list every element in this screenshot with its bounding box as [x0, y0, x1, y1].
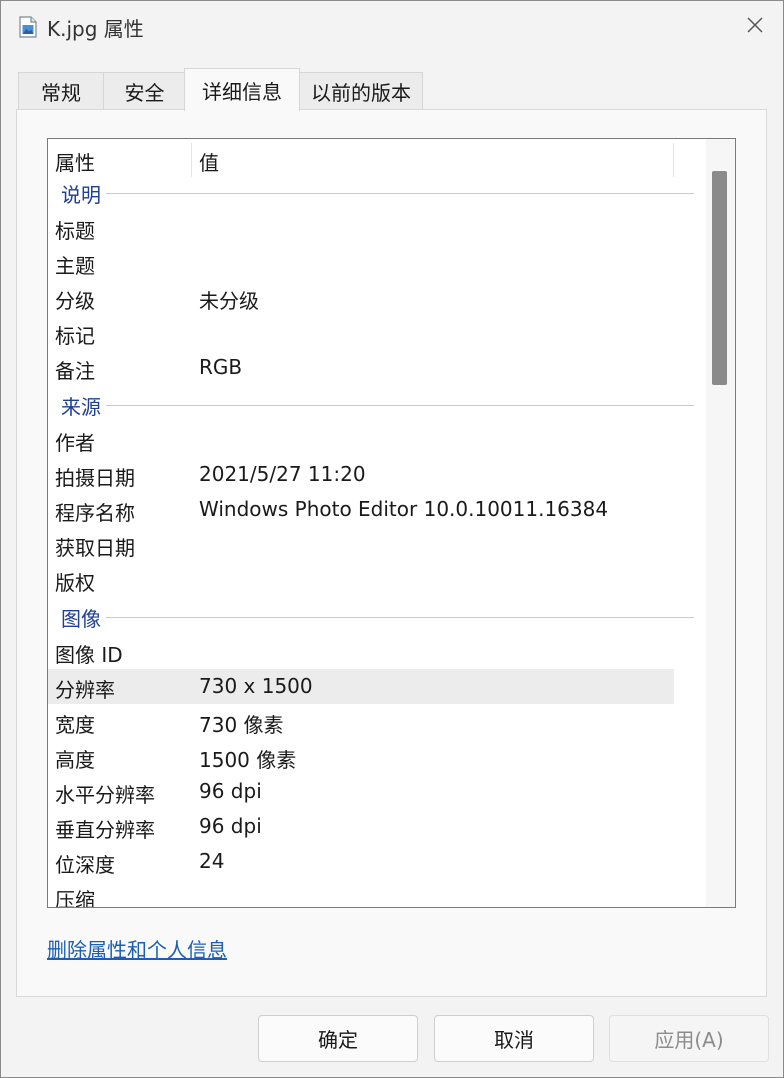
- column-header-value[interactable]: 值: [199, 147, 219, 176]
- properties-window: K.jpg 属性 常规 安全 详细信息 以前的版本 属性 值 说明 标题 主题 …: [0, 0, 784, 1078]
- tab-general[interactable]: 常规: [18, 72, 104, 109]
- property-value: 96 dpi: [199, 814, 262, 838]
- image-file-icon: [19, 16, 37, 38]
- property-name: 分辨率: [55, 678, 115, 702]
- property-value: Windows Photo Editor 10.0.10011.16384: [199, 497, 609, 521]
- group-label: 图像: [61, 603, 105, 632]
- list-item[interactable]: 压缩: [48, 879, 674, 908]
- list-item[interactable]: 标题: [48, 210, 674, 245]
- property-name: 分级: [55, 289, 95, 313]
- vertical-scrollbar[interactable]: [706, 139, 735, 907]
- list-item[interactable]: 获取日期: [48, 527, 674, 562]
- list-item[interactable]: 标记: [48, 315, 674, 350]
- group-header-origin[interactable]: 来源: [48, 391, 698, 421]
- cancel-button[interactable]: 取消: [434, 1015, 594, 1062]
- list-item[interactable]: 作者: [48, 422, 674, 457]
- group-divider: [106, 405, 694, 406]
- title-bar[interactable]: K.jpg 属性: [1, 1, 783, 53]
- close-button[interactable]: [737, 9, 773, 45]
- ok-button[interactable]: 确定: [258, 1015, 418, 1062]
- list-item[interactable]: 图像 ID: [48, 634, 674, 669]
- group-label: 来源: [61, 391, 105, 420]
- property-name: 图像 ID: [55, 643, 123, 667]
- tab-details[interactable]: 详细信息: [184, 68, 300, 111]
- apply-button[interactable]: 应用(A): [609, 1015, 769, 1062]
- column-header-property[interactable]: 属性: [55, 147, 95, 176]
- property-name: 作者: [55, 431, 95, 455]
- scrollbar-thumb[interactable]: [712, 171, 727, 385]
- close-icon: [746, 16, 764, 38]
- property-value: 未分级: [199, 289, 259, 313]
- property-name: 标题: [55, 219, 95, 243]
- property-name: 压缩: [55, 888, 95, 908]
- column-divider[interactable]: [191, 143, 192, 177]
- property-name: 程序名称: [55, 501, 135, 525]
- list-item-selected[interactable]: 分辨率 730 x 1500: [48, 669, 674, 704]
- property-name: 宽度: [55, 713, 95, 737]
- list-item[interactable]: 高度 1500 像素: [48, 739, 674, 774]
- group-divider: [106, 617, 694, 618]
- group-header-image[interactable]: 图像: [48, 603, 698, 633]
- list-item[interactable]: 备注 RGB: [48, 350, 674, 385]
- properties-list[interactable]: 属性 值 说明 标题 主题 分级 未分级 标记 备注 RGB 来源 作者 拍摄日…: [47, 138, 736, 908]
- property-value: 730 x 1500: [199, 674, 313, 698]
- property-name: 拍摄日期: [55, 466, 135, 490]
- tab-security[interactable]: 安全: [103, 72, 186, 109]
- property-name: 标记: [55, 324, 95, 348]
- list-header: 属性 值: [48, 139, 674, 177]
- property-name: 垂直分辨率: [55, 818, 155, 842]
- list-item[interactable]: 垂直分辨率 96 dpi: [48, 809, 674, 844]
- list-item[interactable]: 拍摄日期 2021/5/27 11:20: [48, 457, 674, 492]
- tab-previous-versions[interactable]: 以前的版本: [299, 72, 423, 109]
- property-name: 高度: [55, 748, 95, 772]
- list-item[interactable]: 宽度 730 像素: [48, 704, 674, 739]
- list-item[interactable]: 版权: [48, 562, 674, 597]
- property-value: 24: [199, 849, 225, 873]
- property-name: 备注: [55, 359, 95, 383]
- property-value: 730 像素: [199, 713, 284, 737]
- list-item[interactable]: 分级 未分级: [48, 280, 674, 315]
- property-value: 2021/5/27 11:20: [199, 462, 366, 486]
- list-item[interactable]: 位深度 24: [48, 844, 674, 879]
- group-divider: [106, 193, 694, 194]
- property-name: 主题: [55, 254, 95, 278]
- property-value: 96 dpi: [199, 779, 262, 803]
- window-title: K.jpg 属性: [47, 17, 144, 41]
- property-name: 获取日期: [55, 536, 135, 560]
- property-name: 版权: [55, 571, 95, 595]
- property-value: 1500 像素: [199, 748, 297, 772]
- remove-properties-link[interactable]: 删除属性和个人信息: [47, 934, 227, 963]
- column-divider[interactable]: [673, 143, 674, 177]
- property-name: 位深度: [55, 853, 115, 877]
- property-value: RGB: [199, 355, 243, 379]
- group-label: 说明: [61, 179, 105, 208]
- list-item[interactable]: 主题: [48, 245, 674, 280]
- list-item[interactable]: 水平分辨率 96 dpi: [48, 774, 674, 809]
- list-item[interactable]: 程序名称 Windows Photo Editor 10.0.10011.163…: [48, 492, 674, 527]
- property-name: 水平分辨率: [55, 783, 155, 807]
- group-header-description[interactable]: 说明: [48, 179, 698, 209]
